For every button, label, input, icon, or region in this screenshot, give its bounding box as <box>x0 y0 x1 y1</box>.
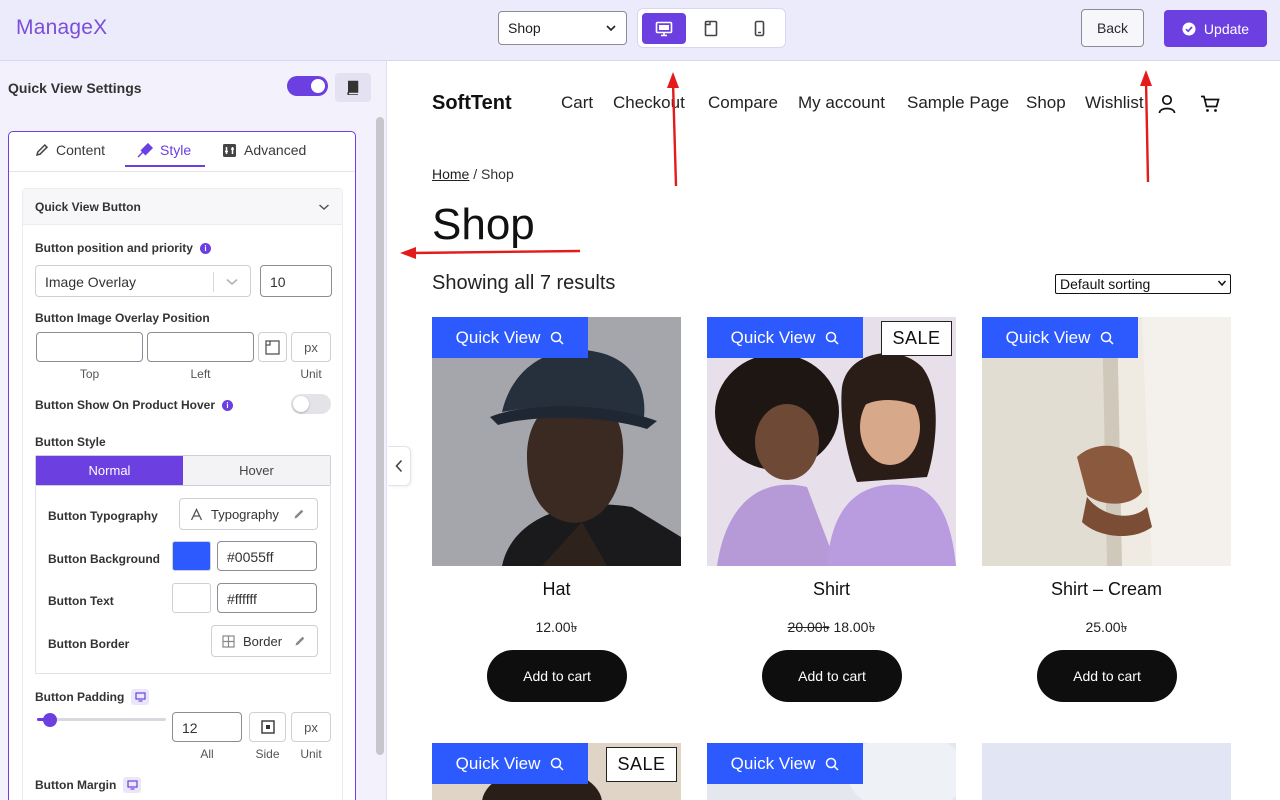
arrow-to-settings-panel <box>400 247 581 259</box>
annotation-arrows <box>400 70 1152 259</box>
arrow-to-device-switcher <box>667 72 679 187</box>
arrow-to-update-button <box>1140 70 1152 183</box>
